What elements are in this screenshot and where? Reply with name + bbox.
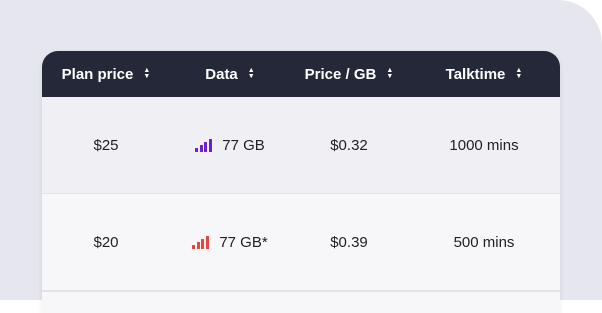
column-header-label: Data [205,65,238,83]
column-header-label: Price / GB [304,65,377,83]
signal-strength-icon [195,138,213,152]
plan-price-cell: $20 [93,233,119,251]
plan-price-cell: $25 [93,136,119,154]
column-header-data[interactable]: Data ▲ ▼ [170,51,290,97]
column-header-plan-price[interactable]: Plan price ▲ ▼ [42,51,170,97]
price-per-gb-cell: $0.39 [330,233,368,251]
sort-icon[interactable]: ▲ ▼ [143,67,150,80]
talktime-cell: 1000 mins [449,136,519,154]
column-header-label: Plan price [61,65,134,83]
sort-icon[interactable]: ▲ ▼ [515,67,522,80]
data-cell: 77 GB [170,97,290,193]
data-amount: 77 GB* [219,233,268,251]
price-per-gb-cell: $0.32 [330,136,368,154]
table-row[interactable]: $20 77 GB* $0.39 500 mins [42,194,560,291]
talktime-cell: 500 mins [453,233,515,251]
sort-icon[interactable]: ▲ ▼ [386,67,393,80]
data-amount: 77 GB [222,136,265,154]
sort-icon[interactable]: ▲ ▼ [248,67,255,80]
plans-table: Plan price ▲ ▼ Data ▲ ▼ Price / GB ▲ ▼ Talk… [42,51,560,313]
table-header: Plan price ▲ ▼ Data ▲ ▼ Price / GB ▲ ▼ Talk… [42,51,560,97]
signal-strength-icon [192,235,210,249]
column-header-talktime[interactable]: Talktime ▲ ▼ [408,51,560,97]
column-header-price-per-gb[interactable]: Price / GB ▲ ▼ [290,51,408,97]
data-cell: 77 GB* [170,194,290,290]
table-row-partial [42,291,560,302]
table-row[interactable]: $25 77 GB $0.32 1000 mins [42,97,560,194]
column-header-label: Talktime [445,65,506,83]
